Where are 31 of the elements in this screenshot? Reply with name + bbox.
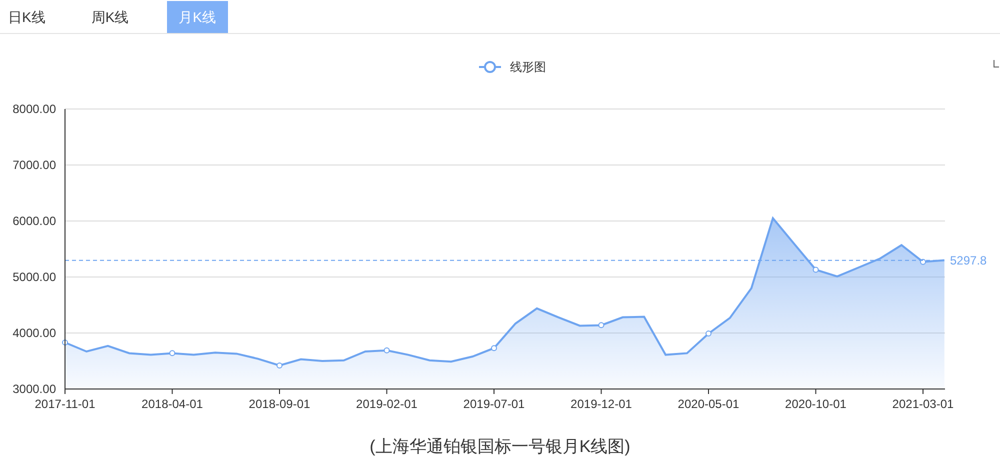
y-axis-label: 7000.00 xyxy=(12,158,56,172)
x-axis-label: 2019-07-01 xyxy=(463,397,525,411)
x-axis-label: 2017-11-01 xyxy=(34,397,96,411)
data-point xyxy=(598,322,604,328)
data-point xyxy=(384,347,390,354)
x-axis-label: 2021-03-01 xyxy=(892,397,954,411)
data-point xyxy=(812,266,819,273)
data-point xyxy=(169,350,176,356)
tab[interactable]: 日K线 xyxy=(0,1,54,33)
mark-line-label: 5297.8 xyxy=(950,253,987,268)
x-axis-label: 2018-09-01 xyxy=(248,397,310,411)
y-axis-label: 6000.00 xyxy=(12,214,56,228)
data-point xyxy=(706,330,712,337)
restore-icon[interactable] xyxy=(994,60,1000,68)
x-axis-label: 2020-10-01 xyxy=(785,397,846,411)
legend-label: 线形图 xyxy=(510,60,546,74)
y-axis-label: 4000.00 xyxy=(12,326,56,340)
data-point xyxy=(920,258,926,265)
y-axis-label: 8000.00 xyxy=(12,102,56,116)
chart-legend[interactable]: 线形图 xyxy=(479,60,546,74)
chart-caption: (上海华通铂银国标一号银月K线图) xyxy=(370,436,630,458)
data-point xyxy=(62,340,68,346)
tab[interactable]: 周K线 xyxy=(83,1,137,33)
x-axis-label: 2020-05-01 xyxy=(678,397,740,411)
data-point xyxy=(276,362,282,368)
x-axis-label: 2019-12-01 xyxy=(570,397,632,411)
x-axis-label: 2018-04-01 xyxy=(142,397,203,411)
data-point xyxy=(491,345,497,352)
y-axis-label: 5000.00 xyxy=(12,270,56,284)
y-axis-label: 3000.00 xyxy=(12,382,56,396)
x-axis-label: 2019-02-01 xyxy=(356,397,418,411)
